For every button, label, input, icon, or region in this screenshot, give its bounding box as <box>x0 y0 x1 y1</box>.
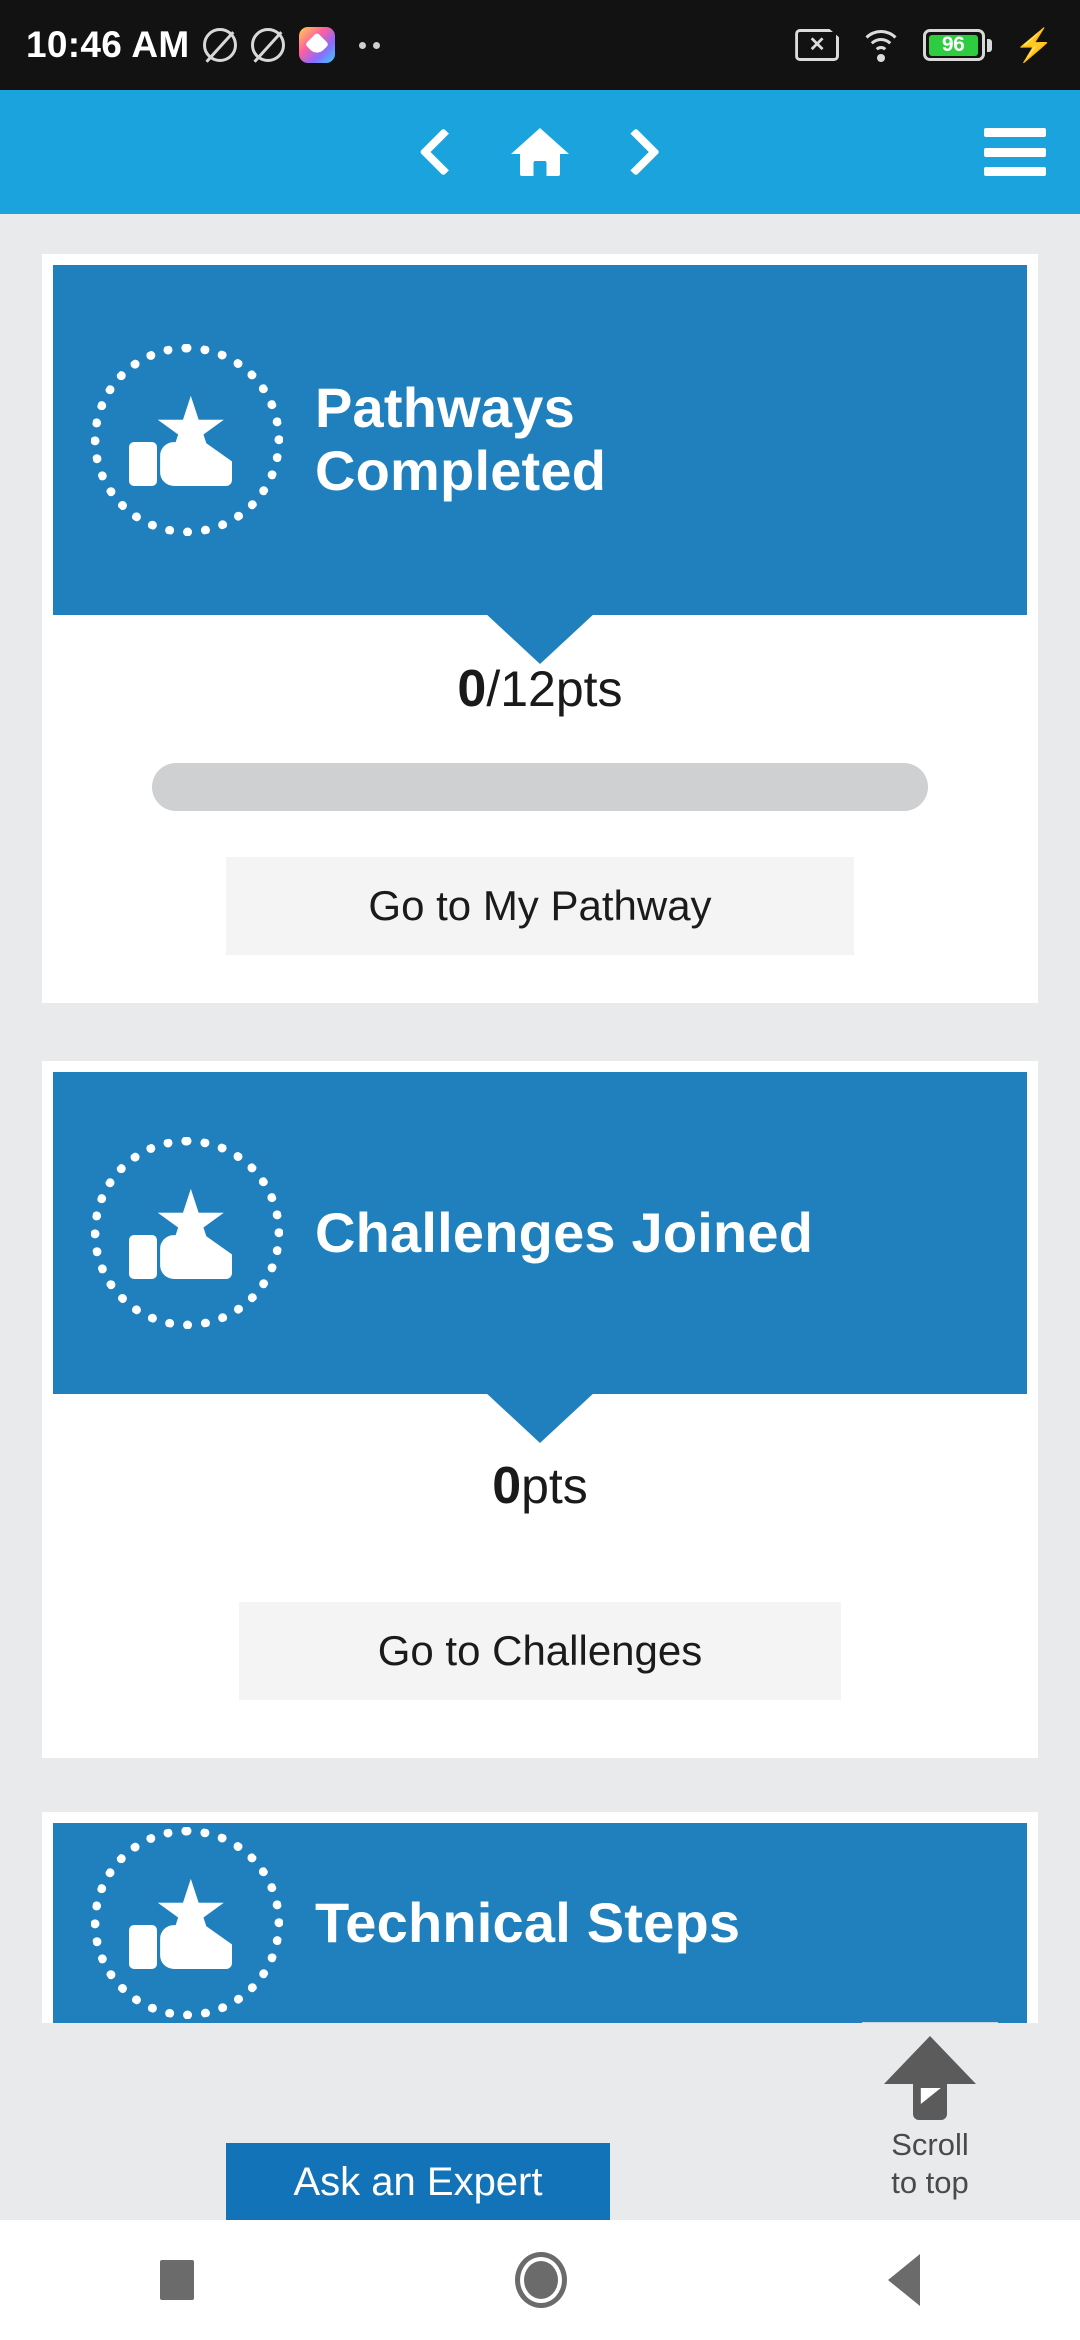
hamburger-menu-icon[interactable] <box>984 128 1046 176</box>
main-content-scroll[interactable]: ★ Pathways Completed 0/12pts Go to My Pa… <box>0 214 1080 2220</box>
chevron-left-icon[interactable] <box>423 135 457 169</box>
scroll-to-top-button[interactable]: Scroll to top <box>862 2022 998 2220</box>
card-title: Challenges Joined <box>315 1200 814 1264</box>
card-title: Technical Steps <box>315 1890 741 1954</box>
star-hand-badge-icon: ★ <box>91 1137 283 1329</box>
points-suffix: pts <box>521 1458 588 1514</box>
square-recents-icon[interactable] <box>160 2260 195 2300</box>
status-bar: 10:46 AM ✕ 96 ⚡ <box>0 0 1080 90</box>
no-sound-icon <box>203 28 238 62</box>
status-bar-left: 10:46 AM <box>26 24 381 66</box>
wifi-icon <box>859 28 904 62</box>
app-top-bar <box>0 90 1080 214</box>
points-suffix: /12pts <box>486 661 623 717</box>
arrow-up-icon <box>884 2036 976 2120</box>
star-hand-badge-icon: ★ <box>91 344 283 536</box>
card-body: 0pts Go to Challenges <box>53 1394 1027 1758</box>
home-icon[interactable] <box>511 128 569 176</box>
app-bar-nav-group <box>423 128 657 176</box>
chevron-right-icon[interactable] <box>623 135 657 169</box>
card-technical-steps: ★ Technical Steps <box>42 1812 1038 2023</box>
scroll-to-top-line-2: to top <box>891 2165 969 2201</box>
progress-bar <box>152 763 928 811</box>
card-body: 0/12pts Go to My Pathway <box>53 615 1027 1003</box>
gallery-app-icon <box>299 27 336 63</box>
ask-an-expert-button[interactable]: Ask an Expert <box>226 2143 610 2220</box>
battery-icon: 96 <box>923 29 993 61</box>
points-value: 0 <box>457 660 487 718</box>
points-value: 0 <box>492 1457 522 1515</box>
card-pathways-completed: ★ Pathways Completed 0/12pts Go to My Pa… <box>42 254 1038 1003</box>
card-header: ★ Technical Steps <box>53 1823 1027 2023</box>
triangle-back-icon[interactable] <box>887 2254 920 2306</box>
circle-home-icon[interactable] <box>514 2252 567 2308</box>
status-bar-right: ✕ 96 ⚡ <box>795 28 1054 62</box>
no-sound-icon-2 <box>251 28 286 62</box>
card-header: ★ Challenges Joined <box>53 1072 1027 1443</box>
go-to-my-pathway-button[interactable]: Go to My Pathway <box>226 857 854 955</box>
card-challenges-joined: ★ Challenges Joined 0pts Go to Challenge… <box>42 1061 1038 1758</box>
card-header: ★ Pathways Completed <box>53 265 1027 664</box>
go-to-challenges-button[interactable]: Go to Challenges <box>239 1602 841 1700</box>
sim-card-disabled-icon: ✕ <box>795 29 840 61</box>
charging-bolt-icon: ⚡ <box>1014 27 1054 63</box>
card-tail-triangle <box>484 612 596 664</box>
scroll-to-top-line-1: Scroll <box>891 2127 969 2162</box>
more-notifications-dots-icon <box>359 41 381 49</box>
card-tail-triangle <box>484 1391 596 1443</box>
points-display: 0pts <box>53 1456 1027 1516</box>
android-navigation-bar <box>0 2220 1080 2340</box>
card-title-line-1: Pathways <box>315 376 575 440</box>
status-bar-clock: 10:46 AM <box>26 24 190 65</box>
card-title: Pathways Completed <box>315 377 606 502</box>
battery-percent-label: 96 <box>928 33 978 56</box>
scroll-to-top-label: Scroll to top <box>891 2126 969 2203</box>
points-display: 0/12pts <box>53 659 1027 719</box>
card-title-line-2: Completed <box>315 439 607 502</box>
phone-screen: 10:46 AM ✕ 96 ⚡ ★ Pathways Completed 0/1… <box>0 0 1080 2340</box>
star-hand-badge-icon: ★ <box>91 1827 283 2019</box>
